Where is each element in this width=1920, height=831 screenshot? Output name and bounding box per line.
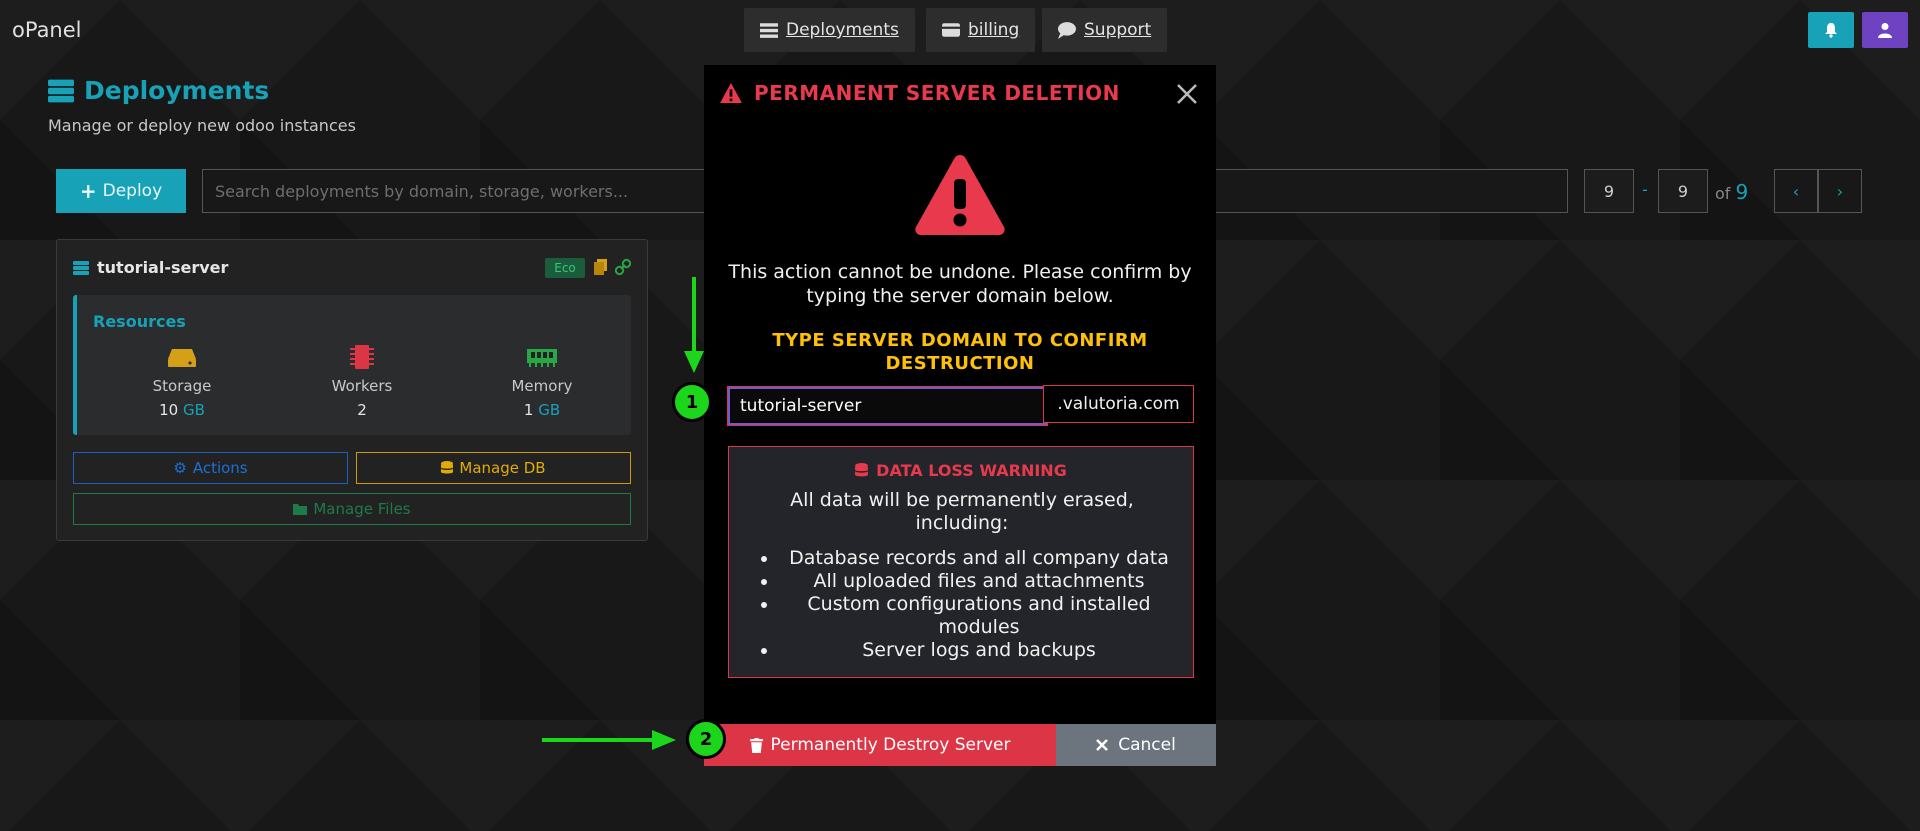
chevron-left-icon: ‹	[1792, 181, 1800, 201]
microchip-icon	[350, 345, 374, 369]
list-item: All uploaded files and attachments	[779, 570, 1179, 593]
close-button[interactable]	[1174, 81, 1200, 107]
copy-icon[interactable]	[593, 259, 609, 275]
next-page-button[interactable]: ›	[1818, 169, 1862, 213]
warning-text: All data will be permanently erased, inc…	[790, 489, 1134, 534]
memory-stat: Memory 1 GB	[467, 345, 617, 419]
hdd-icon	[168, 349, 196, 367]
list-item: Database records and all company data	[779, 547, 1179, 570]
delete-modal: PERMANENT SERVER DELETION This action ca…	[704, 65, 1216, 766]
nav-support-label: Support	[1084, 20, 1152, 40]
database-icon	[441, 461, 454, 474]
storage-stat: Storage 10 GB	[107, 345, 257, 419]
nav-deployments[interactable]: Deployments	[744, 8, 915, 52]
plan-badge: Eco	[545, 258, 585, 278]
storage-label: Storage	[152, 377, 212, 395]
page-subtitle: Manage or deploy new odoo instances	[48, 116, 356, 135]
user-icon	[1878, 23, 1892, 38]
deploy-label: Deploy	[102, 181, 163, 201]
nav-deployments-label: Deployments	[786, 20, 899, 40]
destroy-label: Permanently Destroy Server	[770, 735, 1011, 755]
times-icon	[1096, 739, 1109, 751]
memory-icon	[527, 349, 557, 367]
credit-card-icon	[942, 23, 960, 37]
manage-files-button[interactable]: Manage Files	[73, 493, 631, 525]
workers-label: Workers	[331, 377, 393, 395]
confirm-instruction: TYPE SERVER DOMAIN TO CONFIRM DESTRUCTIO…	[772, 330, 1148, 374]
prev-page-button[interactable]: ‹	[1774, 169, 1818, 213]
folder-icon	[293, 504, 308, 515]
destroy-server-button[interactable]: Permanently Destroy Server	[704, 724, 1056, 766]
memory-value: 1 GB	[523, 401, 561, 419]
page-separator: -	[1642, 180, 1648, 199]
actions-button[interactable]: ⚙ Actions	[73, 452, 348, 484]
warning-list: Database records and all company data Al…	[759, 547, 1179, 662]
page-from-box[interactable]: 9	[1584, 169, 1634, 213]
server-icon	[73, 260, 89, 275]
warning-icon	[720, 83, 742, 103]
manage-db-button[interactable]: Manage DB	[356, 452, 631, 484]
notifications-button[interactable]	[1808, 12, 1854, 48]
card-title: tutorial-server	[73, 258, 228, 277]
modal-title-text: PERMANENT SERVER DELETION	[754, 81, 1120, 105]
modal-title: PERMANENT SERVER DELETION	[720, 81, 1120, 105]
step2-marker: 2	[686, 719, 726, 759]
nav-billing-label: billing	[968, 20, 1020, 40]
nav-billing[interactable]: billing	[926, 8, 1036, 52]
cogs-icon: ⚙	[173, 459, 187, 477]
comment-icon	[1058, 22, 1076, 39]
domain-suffix: .valutoria.com	[1043, 385, 1194, 423]
actions-label: Actions	[192, 459, 248, 477]
manage-db-label: Manage DB	[459, 459, 546, 477]
data-loss-warning: DATA LOSS WARNING All data will be perma…	[728, 446, 1194, 678]
list-item: Custom configurations and installed modu…	[779, 593, 1179, 639]
step1-arrow	[684, 277, 704, 373]
domain-confirm-input[interactable]	[727, 386, 1048, 426]
of-label: of	[1715, 184, 1731, 203]
workers-stat: Workers 2	[287, 345, 437, 419]
deployment-card: tutorial-server Eco Resources Storage 10…	[56, 239, 648, 541]
cancel-button[interactable]: Cancel	[1056, 724, 1216, 766]
cancel-label: Cancel	[1118, 735, 1176, 755]
server-name: tutorial-server	[97, 258, 229, 277]
modal-message: This action cannot be undone. Please con…	[728, 261, 1192, 307]
database-icon	[855, 463, 869, 477]
total-count: 9	[1735, 180, 1749, 204]
page-title: Deployments	[48, 76, 269, 105]
page-to-box[interactable]: 9	[1658, 169, 1708, 213]
deploy-button[interactable]: + Deploy	[56, 169, 186, 213]
plus-icon: +	[79, 179, 97, 203]
chevron-right-icon: ›	[1836, 181, 1844, 201]
step1-marker: 1	[672, 382, 712, 422]
user-menu-button[interactable]	[1862, 12, 1908, 48]
warning-title: DATA LOSS WARNING	[729, 461, 1193, 480]
trash-icon	[749, 737, 763, 753]
page-total: of 9	[1715, 180, 1748, 204]
large-warning-icon	[915, 155, 1005, 235]
workers-value: 2	[357, 401, 367, 419]
step2-arrow	[542, 730, 676, 750]
bell-icon	[1825, 23, 1837, 38]
page-title-text: Deployments	[84, 76, 270, 105]
server-icon	[48, 79, 74, 102]
storage-value: 10 GB	[159, 401, 205, 419]
link-icon[interactable]	[615, 259, 631, 275]
list-icon	[760, 23, 778, 38]
resources-title: Resources	[93, 312, 186, 331]
list-item: Server logs and backups	[779, 639, 1179, 662]
warning-title-text: DATA LOSS WARNING	[876, 461, 1067, 480]
close-icon	[1177, 84, 1197, 104]
nav-support[interactable]: Support	[1042, 8, 1168, 52]
manage-files-label: Manage Files	[313, 500, 411, 518]
memory-label: Memory	[511, 377, 573, 395]
resources-panel: Resources Storage 10 GB Workers 2 Memory…	[73, 295, 631, 435]
brand-logo[interactable]: oPanel	[12, 18, 82, 42]
